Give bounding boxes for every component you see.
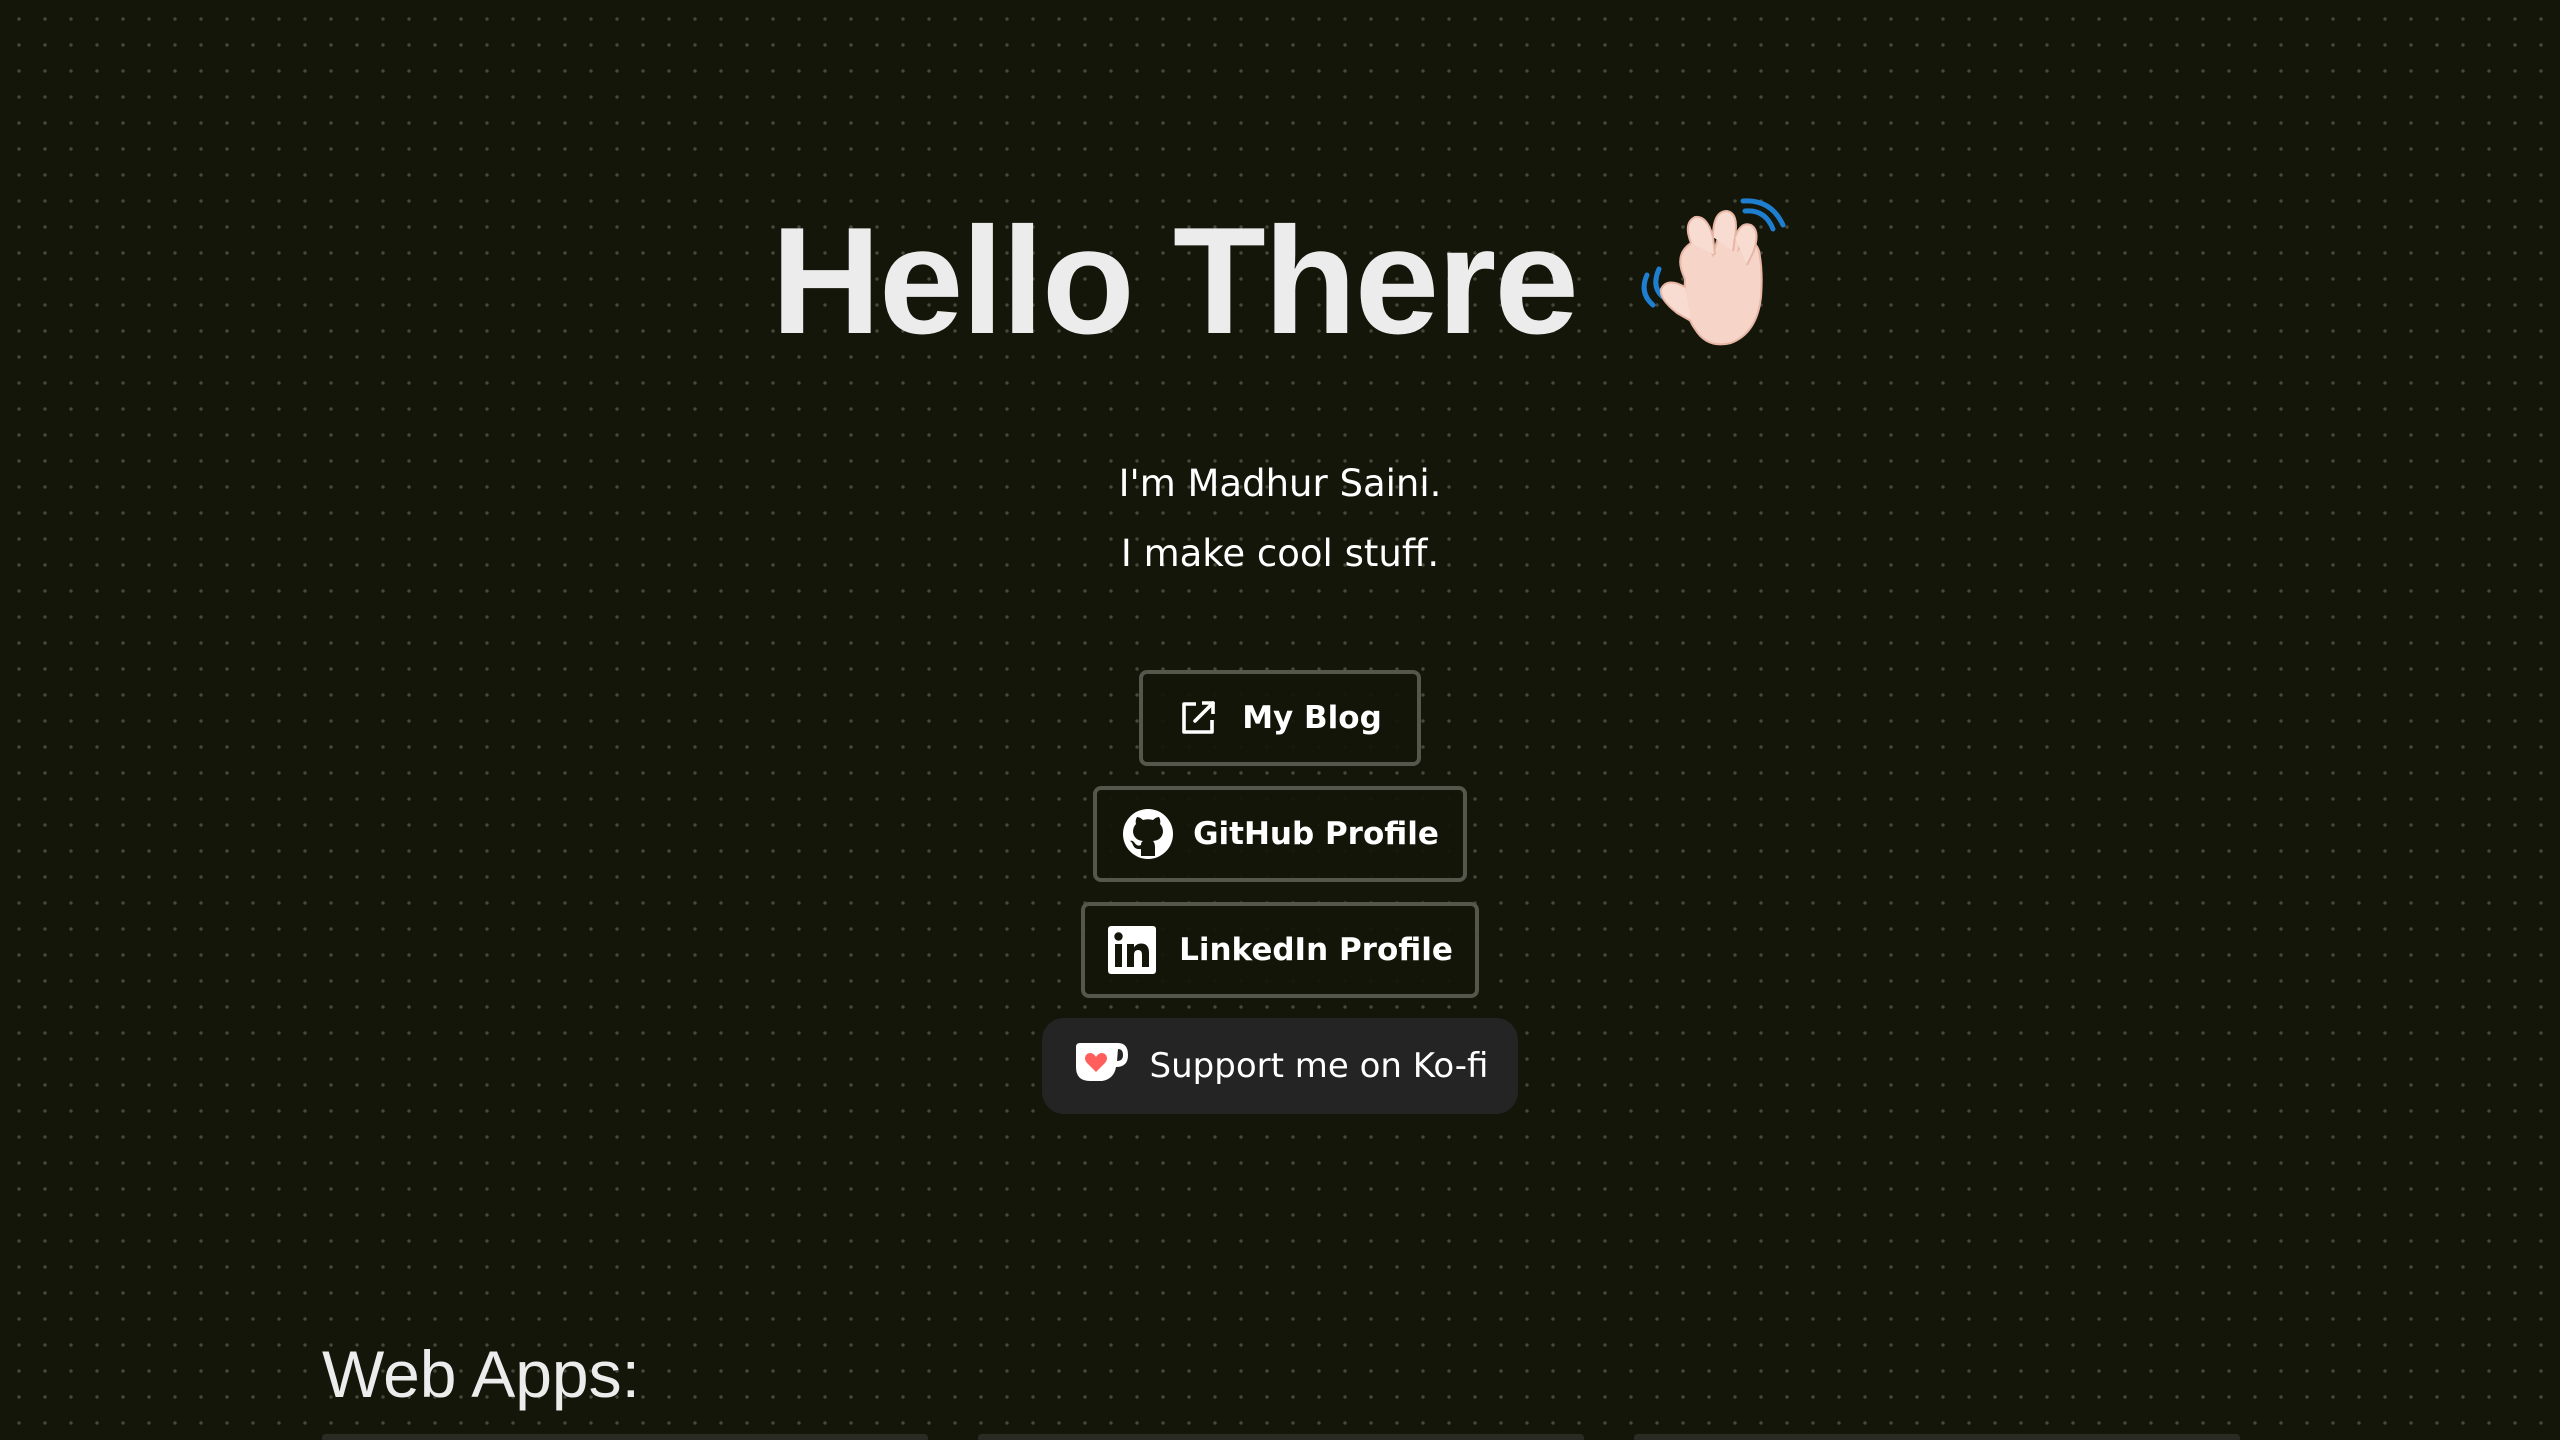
my-blog-label: My Blog: [1242, 700, 1382, 736]
intro-name: I'm Madhur Saini.: [1118, 462, 1442, 505]
hero-title-text: Hello There: [771, 196, 1579, 366]
social-links: My Blog GitHub Profile LinkedIn Profile …: [0, 670, 2560, 1114]
page: Hello There I'm Madhur Saini. I make coo…: [0, 0, 2560, 1440]
external-link-icon: [1178, 698, 1218, 738]
waving-hand-icon: [1633, 197, 1789, 353]
linkedin-profile-button[interactable]: LinkedIn Profile: [1081, 902, 1479, 998]
web-apps-heading: Web Apps:: [322, 1337, 640, 1411]
linkedin-profile-label: LinkedIn Profile: [1179, 932, 1453, 968]
my-blog-button[interactable]: My Blog: [1139, 670, 1421, 766]
hero-title: Hello There: [0, 196, 2560, 371]
github-icon: [1121, 807, 1175, 861]
kofi-support-label: Support me on Ko-fi: [1149, 1046, 1489, 1086]
kofi-cup-icon: [1072, 1039, 1132, 1094]
web-app-card[interactable]: [322, 1434, 928, 1440]
kofi-support-button[interactable]: Support me on Ko-fi: [1042, 1018, 1518, 1114]
github-profile-label: GitHub Profile: [1193, 816, 1439, 852]
github-profile-button[interactable]: GitHub Profile: [1093, 786, 1467, 882]
intro-tagline: I make cool stuff.: [1120, 532, 1440, 575]
linkedin-icon: [1107, 925, 1157, 975]
web-app-card[interactable]: [978, 1434, 1584, 1440]
web-app-card[interactable]: [1634, 1434, 2240, 1440]
